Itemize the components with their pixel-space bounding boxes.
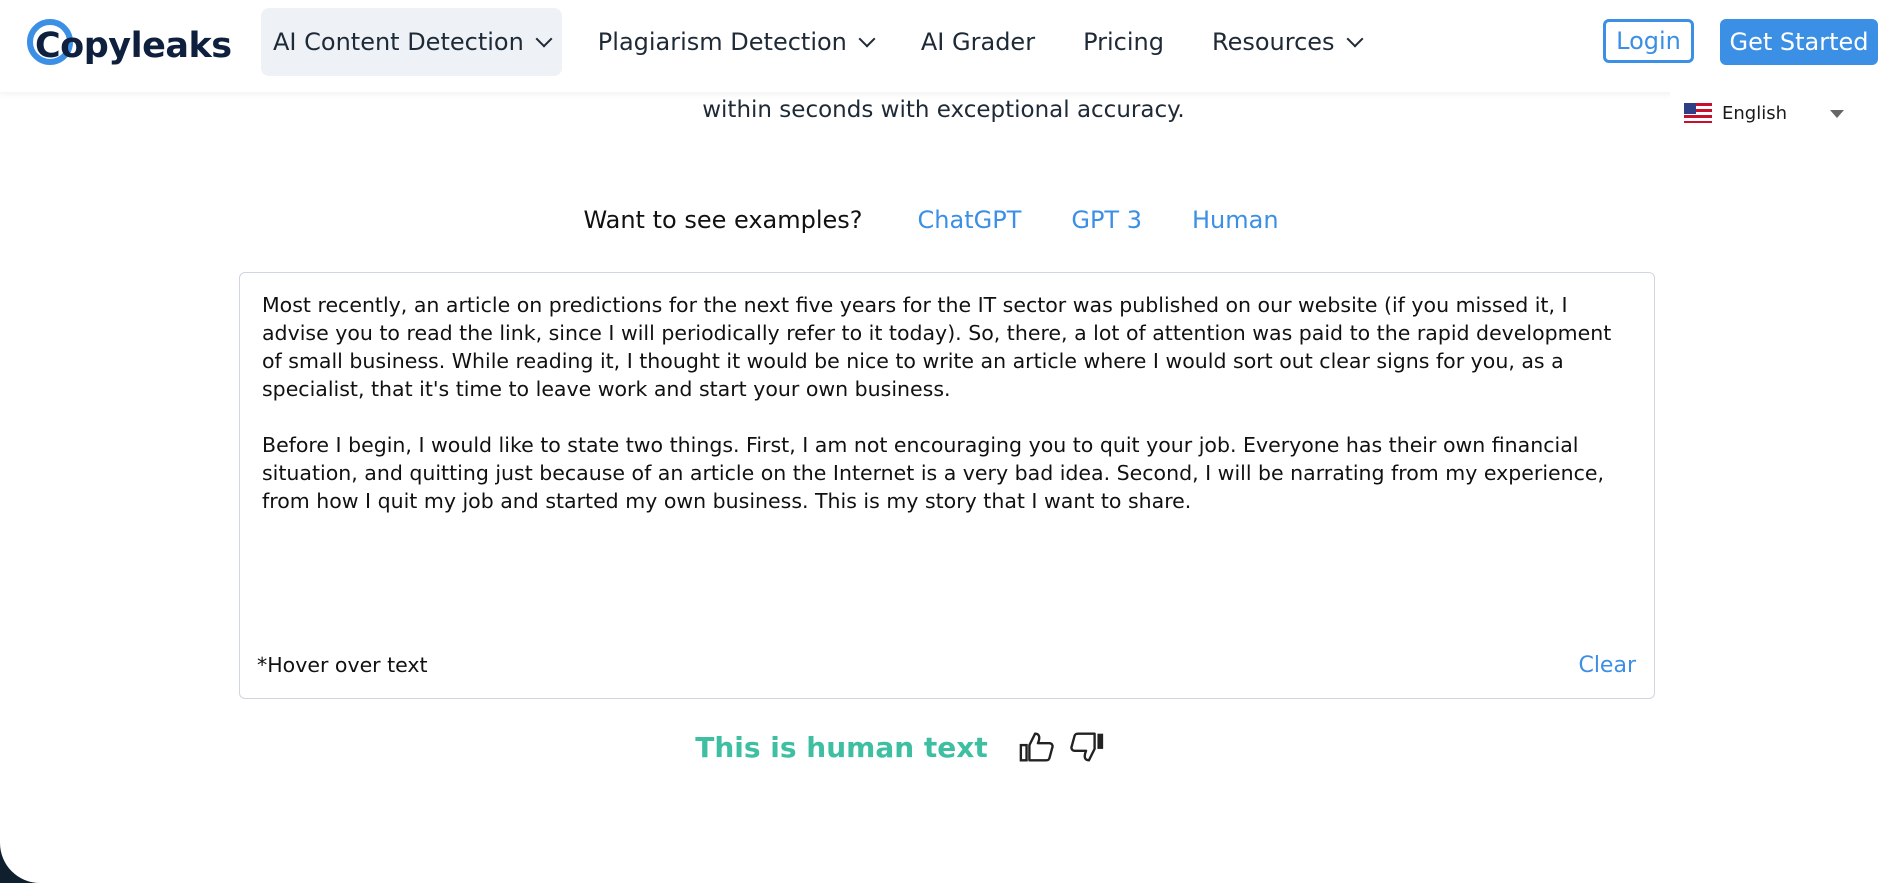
chevron-down-icon: [1346, 30, 1364, 48]
nav-plagiarism-detection[interactable]: Plagiarism Detection: [586, 8, 885, 76]
copyleaks-logo[interactable]: Copyleaks: [27, 18, 232, 74]
language-label: English: [1722, 102, 1787, 124]
us-flag-icon: [1684, 103, 1712, 123]
hover-note: *Hover over text: [257, 653, 428, 677]
chevron-down-icon: [535, 30, 553, 48]
nav-label: AI Content Detection: [273, 28, 524, 56]
editor-paragraph: Most recently, an article on predictions…: [262, 293, 1612, 401]
hero-line-2: within seconds with exceptional accuracy…: [702, 97, 1185, 123]
examples-prompt: Want to see examples?: [583, 206, 863, 234]
nav-label: AI Grader: [920, 28, 1036, 56]
examples-row: Want to see examples? ChatGPT GPT 3 Huma…: [0, 206, 1887, 234]
thumbs-up-icon[interactable]: [1018, 728, 1056, 766]
example-chatgpt-link[interactable]: ChatGPT: [918, 206, 1022, 234]
result-text: This is human text: [695, 730, 988, 764]
nav-label: Plagiarism Detection: [597, 28, 847, 56]
editor-paragraph: Before I begin, I would like to state tw…: [262, 433, 1605, 513]
nav-ai-grader[interactable]: AI Grader: [909, 8, 1047, 76]
clear-button[interactable]: Clear: [1578, 653, 1636, 678]
nav-resources[interactable]: Resources: [1200, 8, 1373, 76]
nav-pricing[interactable]: Pricing: [1071, 8, 1176, 76]
nav-label: Resources: [1211, 28, 1335, 56]
example-human-link[interactable]: Human: [1192, 206, 1279, 234]
login-button[interactable]: Login: [1603, 19, 1694, 63]
nav-label: Pricing: [1083, 28, 1164, 56]
get-started-button[interactable]: Get Started: [1720, 19, 1878, 65]
caret-down-icon[interactable]: [1830, 110, 1844, 118]
result-row: This is human text: [0, 728, 1887, 766]
thumbs-down-icon[interactable]: [1068, 728, 1106, 766]
nav-ai-content-detection[interactable]: AI Content Detection: [261, 8, 562, 76]
example-gpt3-link[interactable]: GPT 3: [1071, 206, 1142, 234]
language-selector[interactable]: English: [1670, 88, 1887, 138]
chevron-down-icon: [858, 30, 876, 48]
top-nav-bar: Copyleaks AI Content Detection Plagiaris…: [0, 0, 1887, 92]
logo-text: Copyleaks: [35, 26, 232, 66]
main-nav: AI Content Detection Plagiarism Detectio…: [261, 8, 1397, 76]
editor-content[interactable]: Most recently, an article on predictions…: [262, 291, 1632, 543]
text-input-area[interactable]: Most recently, an article on predictions…: [239, 272, 1655, 699]
